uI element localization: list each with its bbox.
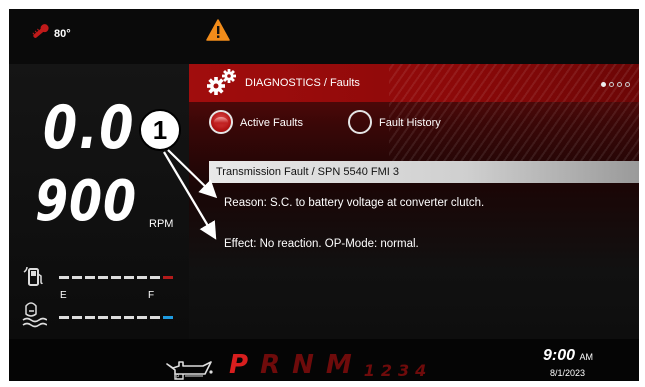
callout-arrows [163,149,218,240]
callout-marker: 1 [139,109,181,151]
